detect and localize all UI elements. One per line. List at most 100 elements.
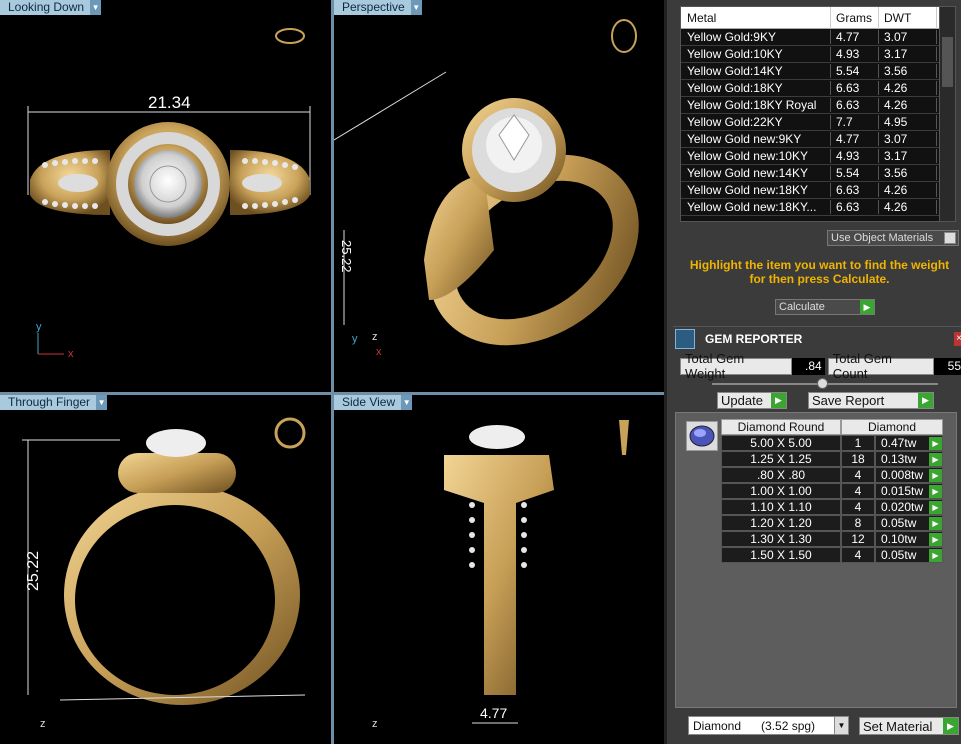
metal-cell-grams: 4.93 [831, 47, 879, 61]
gem-weight-cell: 0.008tw ▶ [875, 467, 943, 483]
metal-table-row[interactable]: Yellow Gold new:10KY 4.93 3.17 [681, 148, 955, 165]
metal-cell-dwt: 4.95 [879, 115, 937, 129]
chevron-down-icon[interactable]: ▼ [90, 0, 102, 15]
metal-cell-grams: 6.63 [831, 200, 879, 214]
metal-table-row[interactable]: Yellow Gold new:9KY 4.77 3.07 [681, 131, 955, 148]
gem-table-row[interactable]: 1.30 X 1.30 12 0.10tw ▶ [721, 531, 943, 547]
play-arrow-icon[interactable]: ▶ [943, 718, 958, 734]
metal-table-row[interactable]: Yellow Gold new:18KY... 6.63 4.26 [681, 199, 955, 216]
ring-side-render: 4.77 z [372, 420, 629, 730]
metal-table-row[interactable]: Yellow Gold:9KY 4.77 3.07 [681, 29, 955, 46]
viewport-label-through-finger[interactable]: Through Finger ▼ [0, 395, 108, 410]
play-arrow-icon[interactable]: ▶ [771, 393, 786, 408]
gem-weight-value: 0.020tw [881, 500, 924, 514]
metal-table-scrollbar[interactable] [939, 7, 955, 221]
metal-cell-metal: Yellow Gold:22KY [681, 115, 831, 129]
scrollbar-thumb[interactable] [942, 37, 953, 87]
metal-table-row[interactable]: Yellow Gold:10KY 4.93 3.17 [681, 46, 955, 63]
slider-knob[interactable] [817, 378, 828, 389]
round-diamond-icon[interactable] [686, 421, 718, 451]
gem-count-cell: 8 [841, 515, 875, 531]
metal-cell-grams: 4.77 [831, 132, 879, 146]
side-panel: Metal Grams DWT Yellow Gold:9KY 4.77 3.07 Y… [664, 0, 961, 744]
metal-cell-grams: 6.63 [831, 81, 879, 95]
viewport-through-finger[interactable]: 25.22 z Through Finger ▼ [0, 395, 331, 744]
ring-orientation-icon [275, 28, 305, 44]
viewport-label-looking-down[interactable]: Looking Down ▼ [0, 0, 102, 15]
metal-cell-metal: Yellow Gold new:18KY... [681, 200, 831, 214]
viewport-perspective[interactable]: 25.22 y z x Perspective ▼ [334, 0, 664, 392]
gem-table-row[interactable]: 1.20 X 1.20 8 0.05tw ▶ [721, 515, 943, 531]
gem-size-cell: 1.00 X 1.00 [721, 483, 841, 499]
metal-table-row[interactable]: Yellow Gold:18KY Royal 6.63 4.26 [681, 97, 955, 114]
metal-cell-dwt: 4.26 [879, 200, 937, 214]
gem-table-row[interactable]: 1.10 X 1.10 4 0.020tw ▶ [721, 499, 943, 515]
metal-table-row[interactable]: Yellow Gold new:14KY 5.54 3.56 [681, 165, 955, 182]
viewport-label-perspective[interactable]: Perspective ▼ [334, 0, 422, 15]
gem-size-cell: 1.50 X 1.50 [721, 547, 841, 563]
viewport-splitter-horizontal[interactable] [0, 392, 664, 395]
metal-table-row[interactable]: Yellow Gold:14KY 5.54 3.56 [681, 63, 955, 80]
set-material-button[interactable]: Set Material ▶ [859, 717, 959, 735]
play-arrow-icon[interactable]: ▶ [860, 300, 874, 314]
viewport-side-view[interactable]: 4.77 z Side View ▼ [334, 395, 664, 744]
metal-table-row[interactable]: Yellow Gold:22KY 7.7 4.95 [681, 114, 955, 131]
play-arrow-icon[interactable]: ▶ [929, 452, 942, 466]
axis-z-label: z [40, 718, 46, 730]
play-arrow-icon[interactable]: ▶ [929, 548, 942, 562]
ring-orientation-icon [611, 19, 637, 53]
save-report-button[interactable]: Save Report ▶ [808, 392, 934, 409]
axis-z-label: z [372, 718, 378, 730]
viewport-splitter-vertical[interactable] [331, 0, 334, 744]
metal-cell-metal: Yellow Gold:18KY [681, 81, 831, 95]
close-icon[interactable]: × [954, 331, 961, 346]
metal-table-row[interactable]: Yellow Gold:18KY 6.63 4.26 [681, 80, 955, 97]
viewport-label-side-view[interactable]: Side View ▼ [334, 395, 413, 410]
viewport-looking-down[interactable]: 21.34 y x Looking Down ▼ [0, 0, 331, 392]
dimension-width: 4.77 [480, 705, 507, 721]
gem-slider[interactable] [712, 378, 938, 389]
ring-top-render: 21.34 y x [27, 28, 311, 360]
metal-cell-grams: 5.54 [831, 166, 879, 180]
metal-cell-grams: 6.63 [831, 183, 879, 197]
use-object-materials-toggle[interactable]: Use Object Materials [827, 230, 959, 246]
gem-table-row[interactable]: 1.25 X 1.25 18 0.13tw ▶ [721, 451, 943, 467]
play-arrow-icon[interactable]: ▶ [918, 393, 933, 408]
play-arrow-icon[interactable]: ▶ [929, 468, 942, 482]
axis-x-label: x [68, 348, 74, 360]
chevron-down-icon[interactable]: ▼ [96, 395, 108, 410]
gem-table-row[interactable]: 5.00 X 5.00 1 0.47tw ▶ [721, 435, 943, 451]
metal-cell-grams: 4.93 [831, 149, 879, 163]
material-select[interactable]: Diamond (3.52 spg) ▼ [688, 716, 849, 735]
gem-count-cell: 4 [841, 499, 875, 515]
metal-cell-dwt: 3.17 [879, 47, 937, 61]
gem-table-row[interactable]: 1.50 X 1.50 4 0.05tw ▶ [721, 547, 943, 563]
gem-table-row[interactable]: 1.00 X 1.00 4 0.015tw ▶ [721, 483, 943, 499]
ring-orientation-icon [274, 417, 306, 449]
chevron-down-icon[interactable]: ▼ [401, 395, 413, 410]
metal-cell-dwt: 3.07 [879, 132, 937, 146]
gem-weight-value: 0.05tw [881, 516, 917, 530]
calculate-button[interactable]: Calculate ▶ [775, 299, 875, 315]
play-arrow-icon[interactable]: ▶ [929, 532, 942, 546]
chevron-down-icon[interactable]: ▼ [834, 717, 848, 734]
metal-cell-grams: 6.63 [831, 98, 879, 112]
gem-weight-value: 0.015tw [881, 484, 924, 498]
checkbox-icon[interactable] [944, 232, 956, 244]
metal-cell-metal: Yellow Gold:14KY [681, 64, 831, 78]
gem-size-cell: 1.30 X 1.30 [721, 531, 841, 547]
gem-list-container: Diamond Round Diamond 5.00 X 5.00 1 0.47tw… [675, 412, 957, 708]
update-button[interactable]: Update ▶ [717, 392, 787, 409]
metal-cell-dwt: 4.26 [879, 183, 937, 197]
metal-cell-metal: Yellow Gold new:14KY [681, 166, 831, 180]
metal-cell-metal: Yellow Gold new:18KY [681, 183, 831, 197]
play-arrow-icon[interactable]: ▶ [929, 436, 942, 450]
metal-table-row[interactable]: Yellow Gold new:18KY 6.63 4.26 [681, 182, 955, 199]
gem-table-row[interactable]: .80 X .80 4 0.008tw ▶ [721, 467, 943, 483]
play-arrow-icon[interactable]: ▶ [929, 516, 942, 530]
gem-weight-cell: 0.10tw ▶ [875, 531, 943, 547]
chevron-down-icon[interactable]: ▼ [410, 0, 422, 15]
gem-reporter-logo-icon [675, 328, 695, 349]
play-arrow-icon[interactable]: ▶ [929, 484, 942, 498]
play-arrow-icon[interactable]: ▶ [929, 500, 942, 514]
